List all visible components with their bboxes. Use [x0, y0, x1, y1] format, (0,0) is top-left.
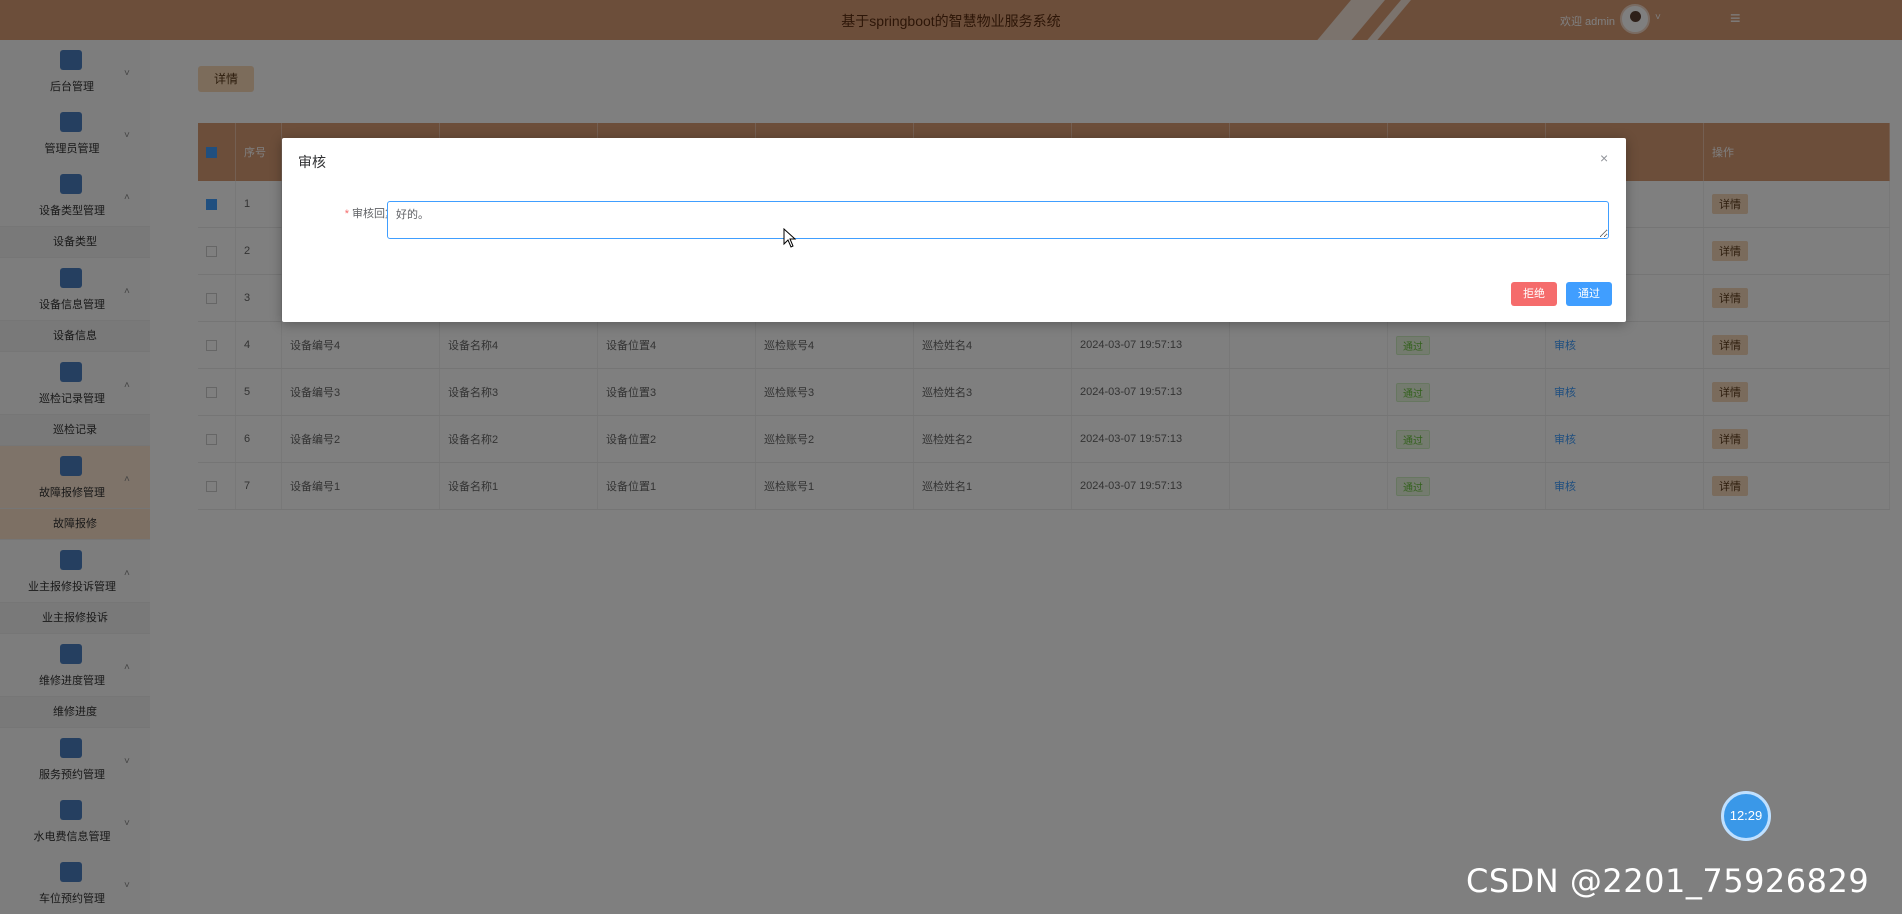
required-mark: *: [344, 208, 349, 220]
reject-button[interactable]: 拒绝: [1511, 282, 1557, 306]
audit-dialog: 审核 × * 审核回复 好的。 拒绝 通过: [282, 138, 1626, 322]
dialog-title: 审核: [298, 154, 326, 170]
close-icon[interactable]: ×: [1600, 150, 1608, 166]
reply-label: * 审核回复: [312, 205, 396, 221]
mouse-cursor-icon: [783, 228, 797, 248]
clock-bubble[interactable]: 12:29: [1721, 791, 1771, 841]
pass-button[interactable]: 通过: [1566, 282, 1612, 306]
reply-textarea[interactable]: 好的。: [387, 201, 1609, 239]
watermark: CSDN @2201_75926829: [1466, 862, 1870, 900]
